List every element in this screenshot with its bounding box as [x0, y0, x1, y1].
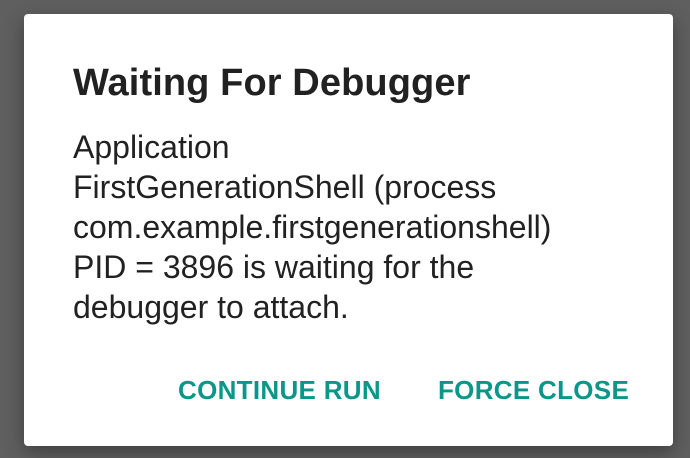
message-line: Application: [73, 129, 230, 165]
message-line: PID = 3896 is waiting for the: [73, 249, 475, 285]
continue-run-button[interactable]: CONTINUE RUN: [178, 370, 381, 410]
message-line: debugger to attach.: [73, 289, 349, 325]
force-close-button[interactable]: FORCE CLOSE: [438, 370, 629, 410]
message-line: FirstGenerationShell (process: [73, 169, 497, 205]
waiting-for-debugger-dialog: Waiting For Debugger Application FirstGe…: [24, 14, 673, 446]
dialog-message: Application FirstGenerationShell (proces…: [73, 127, 633, 327]
message-line: com.example.firstgenerationshell): [73, 209, 552, 245]
dialog-title: Waiting For Debugger: [73, 62, 471, 104]
dialog-actions: CONTINUE RUN FORCE CLOSE: [24, 370, 673, 410]
